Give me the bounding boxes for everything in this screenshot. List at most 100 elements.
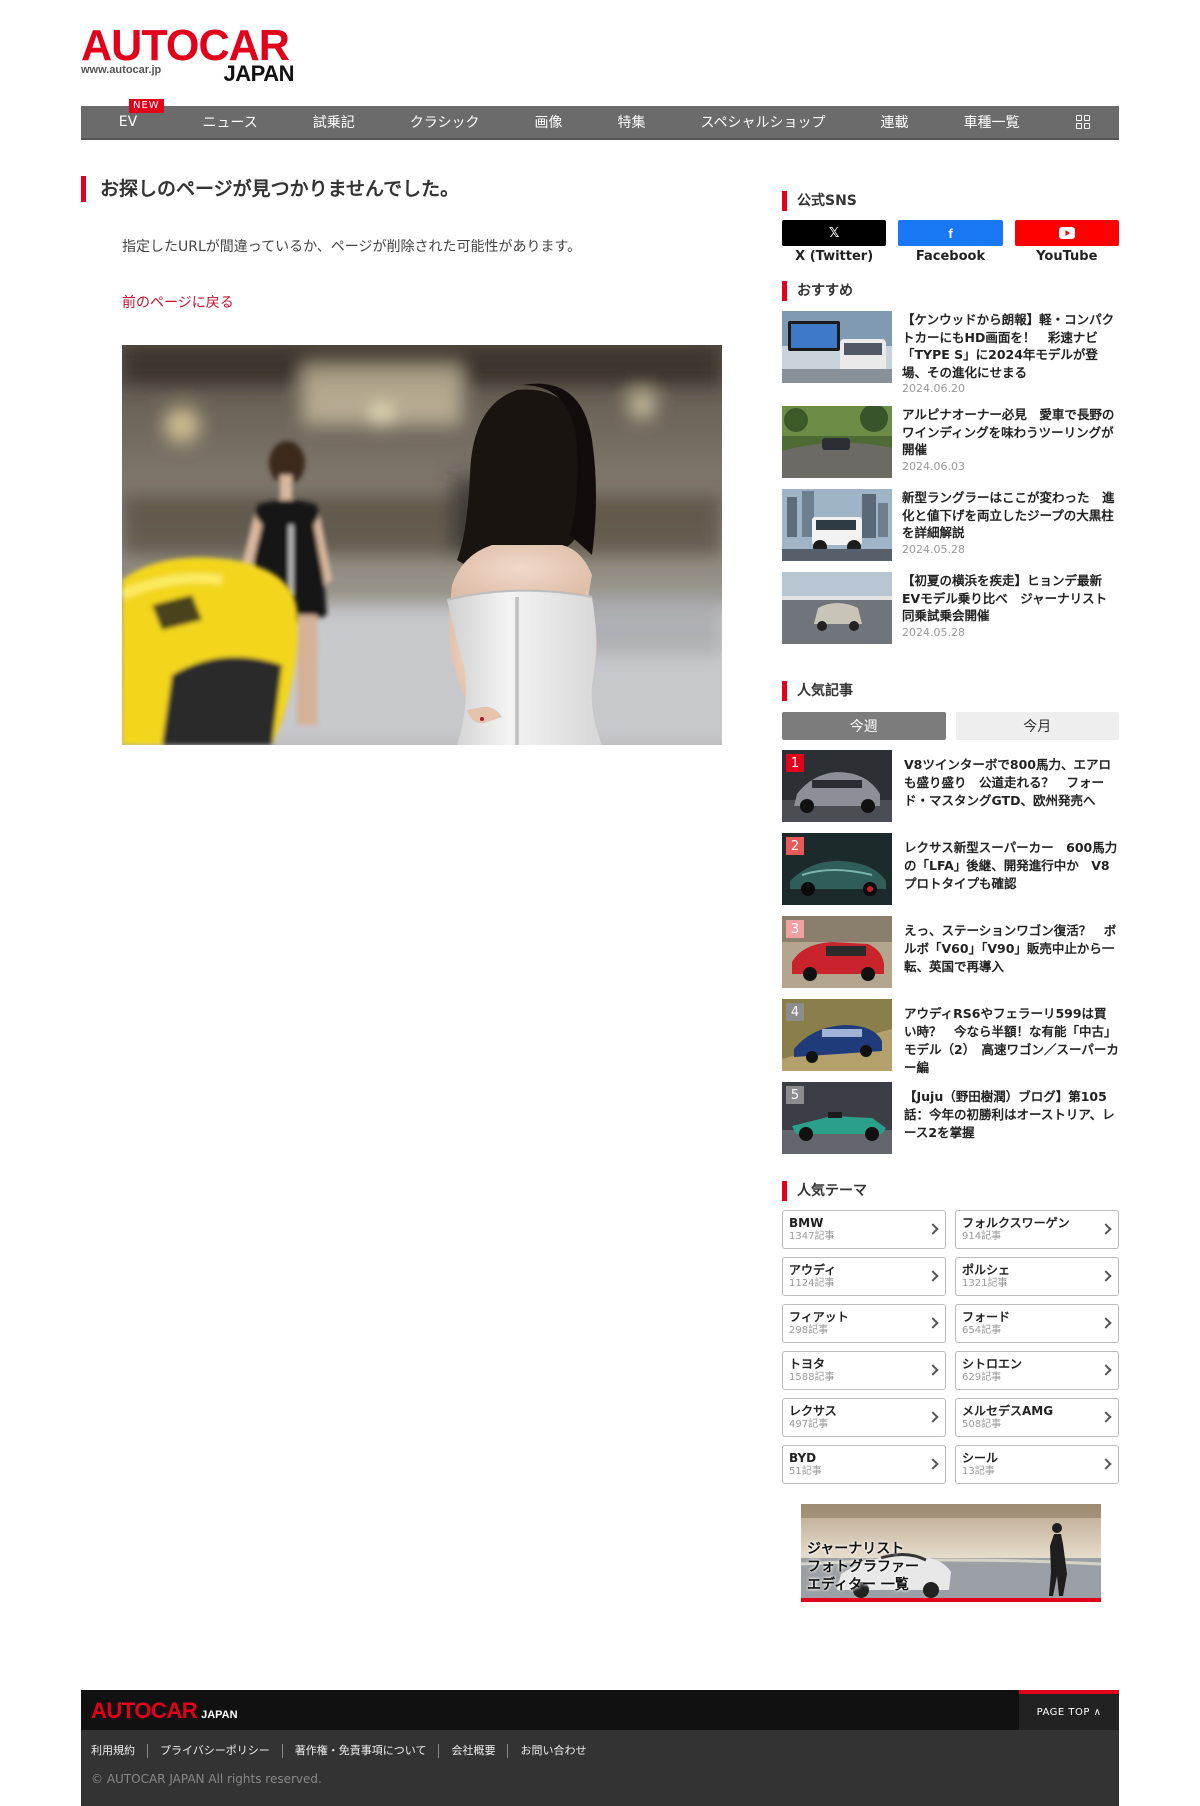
footer-link-company[interactable]: 会社概要 (438, 1744, 507, 1758)
x-icon: 𝕏 (828, 225, 840, 241)
ranking-item[interactable]: 3 えっ、ステーションワゴン復活？ ボルボ「V60」「V90」販売中止から一転、… (782, 916, 1119, 988)
journalist-banner[interactable]: ジャーナリスト フォトグラファー エディター 一覧 (801, 1504, 1101, 1602)
theme-item[interactable]: BMW 1347記事 (782, 1210, 946, 1249)
tab-this-month[interactable]: 今月 (955, 712, 1119, 740)
recommend-title: 新型ラングラーはここが変わった 進化と値下げを両立したジープの大黒柱を詳細解説 (902, 490, 1115, 540)
theme-item[interactable]: トヨタ 1588記事 (782, 1351, 946, 1390)
facebook-button[interactable]: f Facebook (898, 220, 1003, 264)
recommend-text: アルピナオーナー必見 愛車で長野のワインディングを味わうツーリングが開催 202… (902, 406, 1119, 482)
popular-section-title: 人気記事 (782, 681, 853, 701)
theme-item[interactable]: メルセデスAMG 508記事 (955, 1398, 1119, 1437)
footer-link-contact[interactable]: お問い合わせ (507, 1744, 598, 1758)
theme-name: ポルシェ (962, 1263, 1011, 1277)
theme-item[interactable]: フォルクスワーゲン 914記事 (955, 1210, 1119, 1249)
theme-item[interactable]: アウディ 1124記事 (782, 1257, 946, 1296)
nav-grid-menu[interactable] (1047, 106, 1119, 138)
theme-count: 1321記事 (962, 1278, 1008, 1289)
ranking-title: 【Juju（野田樹潤）ブログ】第105話：今年の初勝利はオーストリア、レース2を… (904, 1089, 1115, 1140)
theme-item[interactable]: レクサス 497記事 (782, 1398, 946, 1437)
recommend-item[interactable]: 【初夏の横浜を疾走】ヒョンデ最新EVモデル乗り比べ ジャーナリスト同乗試乗会開催… (782, 572, 1119, 648)
recommend-date: 2024.06.20 (902, 382, 965, 395)
ranking-item[interactable]: 4 アウディRS6やフェラーリ599は買い時？ 今なら半額！な有能「中古」モデル… (782, 999, 1119, 1077)
theme-count: 654記事 (962, 1325, 1002, 1336)
tab-this-week[interactable]: 今週 (782, 712, 946, 740)
footer-links: 利用規約 プライバシーポリシー 著作権・免責事項について 会社概要 お問い合わせ (91, 1744, 598, 1758)
nav-item-ev[interactable]: NEW EV (81, 99, 175, 138)
site-logo[interactable]: AUTOCAR www.autocar.jp JAPAN (81, 24, 296, 87)
nav-item-news[interactable]: ニュース (175, 106, 285, 138)
recommend-item[interactable]: 新型ラングラーはここが変わった 進化と値下げを両立したジープの大黒柱を詳細解説 … (782, 489, 1119, 565)
recommend-date: 2024.05.28 (902, 625, 965, 639)
recommend-item[interactable]: アルピナオーナー必見 愛車で長野のワインディングを味わうツーリングが開催 202… (782, 406, 1119, 482)
nav-label: 試乗記 (312, 115, 355, 131)
page-top-button[interactable]: PAGE TOP ∧ (1019, 1690, 1119, 1730)
footer-logo-autocar: AUTOCAR (91, 1698, 198, 1723)
sns-label: X (Twitter) (795, 249, 874, 264)
banner-line: フォトグラファー (807, 1559, 919, 1575)
sns-label: YouTube (1036, 249, 1098, 264)
hero-image (122, 345, 722, 745)
ranking-title: えっ、ステーションワゴン復活？ ボルボ「V60」「V90」販売中止から一転、英国… (904, 923, 1117, 974)
youtube-button[interactable]: YouTube (1014, 220, 1119, 264)
banner-line: エディター 一覧 (807, 1577, 909, 1593)
theme-name: アウディ (789, 1263, 837, 1277)
rank-number: 3 (786, 920, 804, 938)
error-description: 指定したURLが間違っているか、ページが削除された可能性があります。 (122, 239, 582, 255)
nav-item-images[interactable]: 画像 (507, 106, 590, 138)
rank-number: 5 (786, 1086, 804, 1104)
theme-item[interactable]: シール 13記事 (955, 1445, 1119, 1484)
ranking-item[interactable]: 1 V8ツインターボで800馬力、エアロも盛り盛り 公道走れる？ フォード・マス… (782, 750, 1119, 822)
theme-count: 508記事 (962, 1419, 1002, 1430)
theme-item[interactable]: フォード 654記事 (955, 1304, 1119, 1343)
ranking-thumbnail: 3 (782, 916, 892, 988)
page-title: お探しのページが見つかりませんでした。 (81, 176, 459, 202)
nav-item-test-drive[interactable]: 試乗記 (285, 106, 382, 138)
recommend-date: 2024.05.28 (902, 542, 965, 556)
ranking-thumbnail: 5 (782, 1082, 892, 1154)
footer-link-copyright[interactable]: 著作権・免責事項について (281, 1744, 439, 1758)
logo-url: www.autocar.jp (81, 64, 162, 76)
sns-buttons: 𝕏 X (Twitter) f Facebook YouTube (782, 220, 1119, 264)
theme-name: トヨタ (789, 1357, 826, 1371)
x-bar: 𝕏 (782, 220, 887, 246)
recommend-title: 【ケンウッドから朗報】軽・コンパクトカーにもHD画面を！ 彩速ナビ「TYPE S… (902, 312, 1115, 380)
footer-link-privacy[interactable]: プライバシーポリシー (147, 1744, 282, 1758)
recommend-thumbnail (782, 572, 892, 644)
footer-link-terms[interactable]: 利用規約 (91, 1744, 147, 1758)
ranking-item[interactable]: 2 レクサス新型スーパーカー 600馬力の「LFA」後継、開発進行中か V8プロ… (782, 833, 1119, 905)
theme-name: シトロエン (962, 1357, 1023, 1371)
recommend-text: 【初夏の横浜を疾走】ヒョンデ最新EVモデル乗り比べ ジャーナリスト同乗試乗会開催… (902, 572, 1119, 648)
theme-name: BYD (789, 1451, 817, 1465)
nav-label: クラシック (409, 115, 480, 131)
theme-item[interactable]: ポルシェ 1321記事 (955, 1257, 1119, 1296)
theme-count: 1347記事 (789, 1231, 835, 1242)
recommend-text: 【ケンウッドから朗報】軽・コンパクトカーにもHD画面を！ 彩速ナビ「TYPE S… (902, 311, 1119, 395)
x-twitter-button[interactable]: 𝕏 X (Twitter) (782, 220, 887, 264)
recommend-item[interactable]: 【ケンウッドから朗報】軽・コンパクトカーにもHD画面を！ 彩速ナビ「TYPE S… (782, 311, 1119, 395)
sns-section-title: 公式SNS (782, 191, 857, 211)
facebook-bar: f (898, 220, 1003, 246)
theme-item[interactable]: フィアット 298記事 (782, 1304, 946, 1343)
recommend-section-title: おすすめ (782, 281, 853, 301)
back-link[interactable]: 前のページに戻る (122, 292, 234, 312)
theme-name: BMW (789, 1216, 824, 1230)
nav-item-special-shop[interactable]: スペシャルショップ (673, 106, 853, 138)
footer-top-bar: AUTOCAR JAPAN PAGE TOP ∧ (81, 1690, 1119, 1730)
recommend-date: 2024.06.03 (902, 459, 965, 473)
banner-text: ジャーナリスト フォトグラファー エディター 一覧 (807, 1540, 919, 1594)
ranking-item[interactable]: 5 【Juju（野田樹潤）ブログ】第105話：今年の初勝利はオーストリア、レース… (782, 1082, 1119, 1154)
nav-item-classic[interactable]: クラシック (382, 106, 507, 138)
nav-label: 画像 (534, 115, 563, 131)
nav-item-features[interactable]: 特集 (590, 106, 673, 138)
theme-count: 13記事 (962, 1466, 995, 1477)
nav-item-car-list[interactable]: 車種一覧 (936, 106, 1047, 138)
recommend-title: アルピナオーナー必見 愛車で長野のワインディングを味わうツーリングが開催 (902, 407, 1115, 457)
footer-logo[interactable]: AUTOCAR JAPAN (91, 1698, 238, 1724)
nav-item-series[interactable]: 連載 (853, 106, 936, 138)
nav-label: EV (118, 114, 138, 130)
new-badge: NEW (129, 99, 164, 113)
main-nav: NEW EV ニュース 試乗記 クラシック 画像 特集 スペシャルショップ 連載… (81, 99, 1119, 140)
theme-count: 629記事 (962, 1372, 1002, 1383)
theme-item[interactable]: シトロエン 629記事 (955, 1351, 1119, 1390)
theme-item[interactable]: BYD 51記事 (782, 1445, 946, 1484)
